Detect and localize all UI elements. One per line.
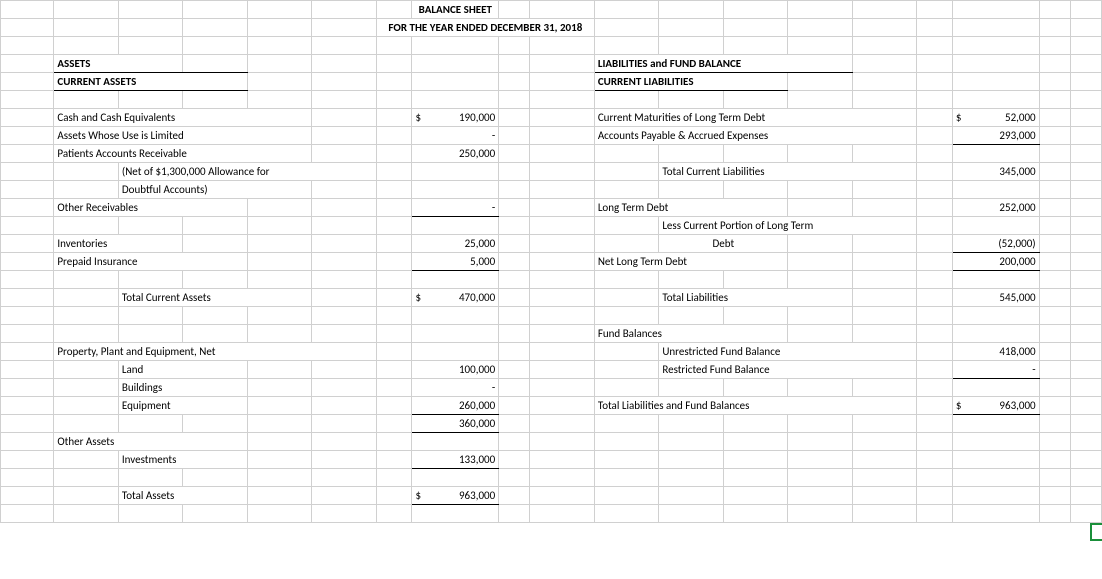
amount: 470,000 bbox=[459, 291, 495, 304]
row-label: Equipment bbox=[118, 397, 247, 415]
amount: - bbox=[412, 127, 499, 145]
amount: - bbox=[952, 361, 1039, 379]
amount: 250,000 bbox=[412, 145, 499, 163]
dollar-sign: $ bbox=[415, 291, 421, 304]
row-label: Debt bbox=[659, 235, 788, 253]
dollar-sign: $ bbox=[415, 111, 421, 124]
row-label: Long Term Debt bbox=[594, 199, 788, 217]
dollar-sign: $ bbox=[956, 111, 962, 124]
amount: (52,000) bbox=[952, 235, 1039, 253]
subtitle: FOR THE YEAR ENDED DECEMBER 31, 2018 bbox=[376, 19, 594, 37]
row-label: Total Assets bbox=[118, 487, 247, 505]
amount: 252,000 bbox=[952, 199, 1039, 217]
row-label: Inventories bbox=[54, 235, 183, 253]
amount: 52,000 bbox=[1005, 111, 1036, 124]
row-label: Total Current Liabilities bbox=[659, 163, 917, 181]
row-label: Patients Accounts Receivable bbox=[54, 145, 312, 163]
amount: 963,000 bbox=[459, 489, 495, 502]
row-label: Accounts Payable & Accrued Expenses bbox=[594, 127, 917, 145]
assets-heading: ASSETS bbox=[54, 55, 183, 73]
liab-heading: LIABILITIES and FUND BALANCE bbox=[594, 55, 852, 73]
spreadsheet-grid: BALANCE SHEET FOR THE YEAR ENDED DECEMBE… bbox=[0, 0, 1102, 523]
row-label: Current Maturities of Long Term Debt bbox=[594, 109, 917, 127]
row-label: Assets Whose Use is Limited bbox=[54, 127, 312, 145]
row-label: Cash and Cash Equivalents bbox=[54, 109, 312, 127]
amount: 200,000 bbox=[952, 253, 1039, 271]
row-label: Land bbox=[118, 361, 247, 379]
amount: 418,000 bbox=[952, 343, 1039, 361]
amount: 100,000 bbox=[412, 361, 499, 379]
amount: 133,000 bbox=[412, 451, 499, 469]
title: BALANCE SHEET bbox=[412, 1, 499, 19]
dollar-sign: $ bbox=[956, 399, 962, 412]
amount: 545,000 bbox=[952, 289, 1039, 307]
row-label: Total Liabilities and Fund Balances bbox=[594, 397, 917, 415]
balance-sheet: BALANCE SHEET FOR THE YEAR ENDED DECEMBE… bbox=[0, 0, 1102, 579]
amount: - bbox=[412, 199, 499, 217]
selection-indicator bbox=[1090, 523, 1102, 541]
amount: 293,000 bbox=[952, 127, 1039, 145]
row-label: Total Current Assets bbox=[118, 289, 312, 307]
row-label: Fund Balances bbox=[594, 325, 788, 343]
row-label: Net Long Term Debt bbox=[594, 253, 788, 271]
current-liab-heading: CURRENT LIABILITIES bbox=[594, 73, 788, 91]
row-label: Unrestricted Fund Balance bbox=[659, 343, 917, 361]
amount: 360,000 bbox=[412, 415, 499, 433]
amount: 260,000 bbox=[412, 397, 499, 415]
row-label: Buildings bbox=[118, 379, 247, 397]
row-label: Property, Plant and Equipment, Net bbox=[54, 343, 377, 361]
amount: 190,000 bbox=[459, 111, 495, 124]
amount: 5,000 bbox=[412, 253, 499, 271]
dollar-sign: $ bbox=[415, 489, 421, 502]
amount: 25,000 bbox=[412, 235, 499, 253]
row-label: Other Receivables bbox=[54, 199, 248, 217]
row-label: Less Current Portion of Long Term bbox=[659, 217, 917, 235]
row-label: Investments bbox=[118, 451, 247, 469]
amount: 345,000 bbox=[952, 163, 1039, 181]
amount: 963,000 bbox=[999, 399, 1035, 412]
row-label: (Net of $1,300,000 Allowance for bbox=[118, 163, 376, 181]
row-label: Doubtful Accounts) bbox=[118, 181, 312, 199]
amount: - bbox=[412, 379, 499, 397]
row-label: Restricted Fund Balance bbox=[659, 361, 917, 379]
row-label: Total Liabilities bbox=[659, 289, 853, 307]
current-assets-heading: CURRENT ASSETS bbox=[54, 73, 248, 91]
row-label: Prepaid Insurance bbox=[54, 253, 248, 271]
row-label: Other Assets bbox=[54, 433, 248, 451]
